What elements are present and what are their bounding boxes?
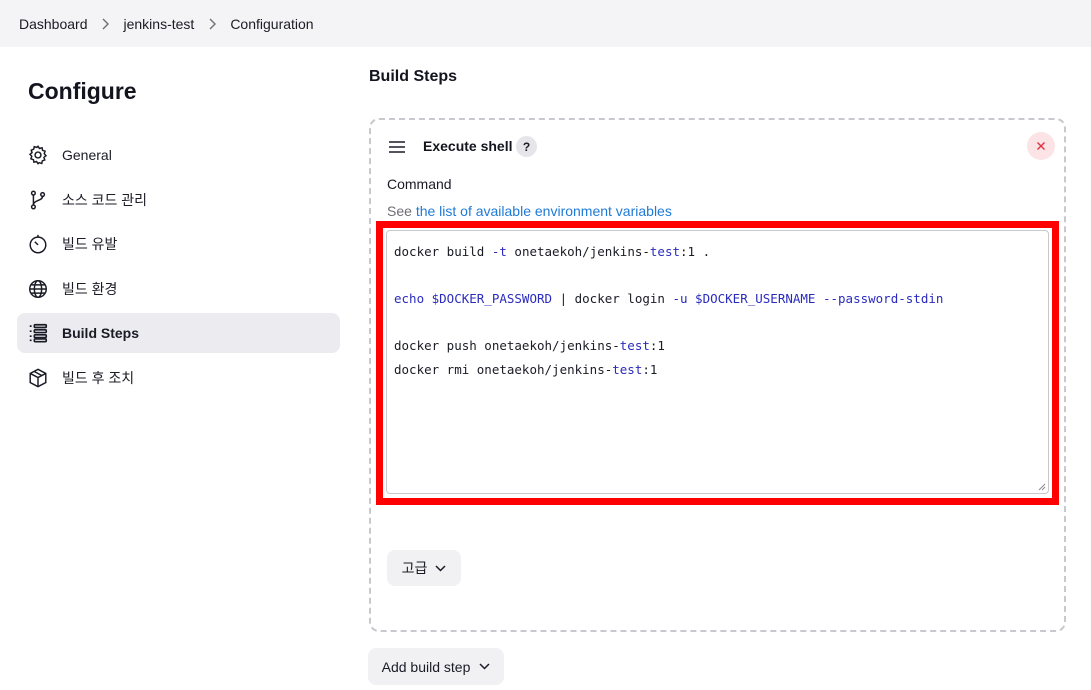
code-line: docker build -t onetaekoh/jenkins-test:1… bbox=[394, 244, 711, 259]
timer-icon bbox=[27, 233, 49, 255]
see-env-vars-line: See the list of available environment va… bbox=[387, 203, 672, 219]
sidebar-item-label: 빌드 유발 bbox=[62, 236, 118, 252]
package-icon bbox=[27, 367, 49, 389]
code-line: echo $DOCKER_PASSWORD | docker login -u … bbox=[394, 291, 944, 306]
chevron-down-icon bbox=[435, 564, 446, 572]
add-build-step-button[interactable]: Add build step bbox=[368, 648, 504, 685]
breadcrumb: Dashboard jenkins-test Configuration bbox=[0, 0, 1091, 47]
sidebar-item-label: 빌드 후 조치 bbox=[62, 369, 135, 386]
command-textarea[interactable]: docker build -t onetaekoh/jenkins-test:1… bbox=[386, 230, 1049, 494]
chevron-right-icon bbox=[89, 18, 123, 30]
sidebar-item-label: 소스 코드 관리 bbox=[62, 191, 148, 208]
code-line: docker push onetaekoh/jenkins-test:1 bbox=[394, 338, 665, 353]
gear-icon bbox=[27, 144, 49, 166]
delete-step-button[interactable] bbox=[1027, 132, 1055, 160]
close-icon bbox=[1037, 142, 1045, 150]
advanced-button[interactable]: 고급 bbox=[387, 550, 461, 586]
branch-icon bbox=[27, 189, 49, 211]
sidebar: General 소스 코드 관리 빌드 유발 빌드 환경 Build Steps… bbox=[17, 135, 340, 402]
sidebar-item-post-build[interactable]: 빌드 후 조치 bbox=[17, 358, 340, 398]
env-vars-link[interactable]: the list of available environment variab… bbox=[416, 203, 672, 219]
sidebar-item-build-triggers[interactable]: 빌드 유발 bbox=[17, 224, 340, 264]
advanced-label: 고급 bbox=[401, 560, 428, 576]
drag-handle-icon[interactable] bbox=[388, 140, 406, 154]
breadcrumb-dashboard[interactable]: Dashboard bbox=[18, 16, 89, 32]
breadcrumb-jenkins-test[interactable]: jenkins-test bbox=[123, 16, 196, 32]
page-title: Configure bbox=[28, 78, 137, 104]
see-prefix: See bbox=[387, 203, 412, 219]
step-title: Execute shell bbox=[423, 138, 513, 154]
breadcrumb-configuration[interactable]: Configuration bbox=[229, 16, 314, 32]
sidebar-item-general[interactable]: General bbox=[17, 135, 340, 175]
sidebar-item-source-code[interactable]: 소스 코드 관리 bbox=[17, 180, 340, 220]
chevron-right-icon bbox=[195, 18, 229, 30]
globe-icon bbox=[27, 278, 49, 300]
sidebar-item-label: General bbox=[62, 147, 112, 163]
code-line: docker rmi onetaekoh/jenkins-test:1 bbox=[394, 361, 658, 377]
sidebar-item-build-steps[interactable]: Build Steps bbox=[17, 313, 340, 353]
sidebar-item-label: Build Steps bbox=[62, 325, 140, 341]
add-build-step-label: Add build step bbox=[381, 658, 471, 675]
resize-handle-icon[interactable] bbox=[1037, 482, 1046, 491]
sidebar-item-label: 빌드 환경 bbox=[62, 280, 118, 297]
section-title: Build Steps bbox=[369, 68, 458, 85]
command-label: Command bbox=[387, 176, 452, 192]
help-icon[interactable]: ? bbox=[516, 136, 537, 157]
chevron-down-icon bbox=[479, 663, 490, 670]
list-icon bbox=[27, 322, 49, 344]
sidebar-item-build-environment[interactable]: 빌드 환경 bbox=[17, 269, 340, 309]
